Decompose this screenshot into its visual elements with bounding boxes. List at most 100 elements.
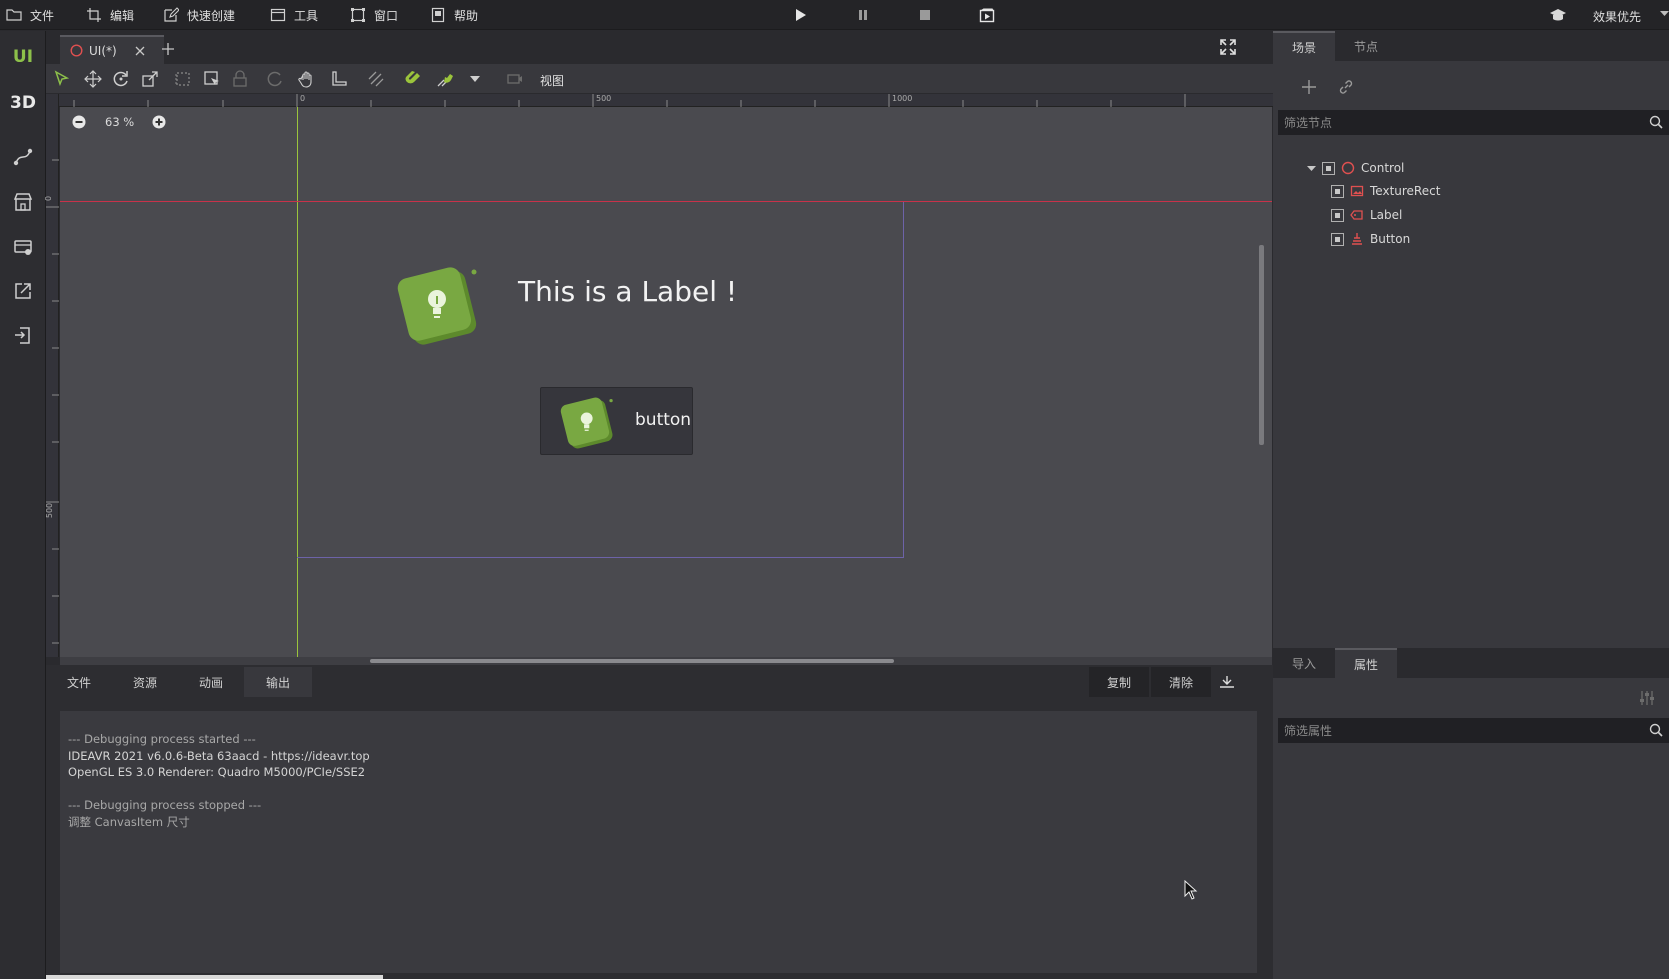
hruler-ticks [73,94,1186,107]
tab-animation[interactable]: 动画 [178,667,244,697]
download-icon[interactable] [1219,675,1235,689]
pan-hand-icon[interactable] [298,70,316,88]
tab-output[interactable]: 输出 [244,667,312,697]
import-icon [15,327,30,344]
bone-icon[interactable] [367,70,385,88]
scene-button-label: button [635,410,692,430]
chevron-down-icon[interactable] [1660,9,1669,18]
vruler-label-500: 500 [45,502,55,519]
visibility-checkbox[interactable] [1331,232,1344,246]
magnet-icon[interactable] [404,70,422,88]
mouse-cursor-icon [1184,880,1198,900]
tree-node-button[interactable]: Button [1331,228,1410,250]
zoom-in-icon[interactable] [152,115,166,129]
menu-window-label: 窗口 [374,8,399,23]
property-filter-input[interactable]: 筛选属性 [1278,718,1669,743]
graduation-cap-icon[interactable] [1549,6,1567,24]
scale-icon[interactable] [141,70,159,88]
node-filter-input[interactable]: 筛选节点 [1278,110,1669,135]
search-icon[interactable] [1649,723,1663,737]
hruler-label-1000: 1000 [892,94,913,103]
texture-rect-icon [1350,185,1364,197]
menu-tools[interactable]: 工具 [270,0,318,30]
copy-button[interactable]: 复制 [1089,667,1149,697]
visibility-checkbox[interactable] [1331,184,1344,198]
rotate-icon[interactable] [112,70,130,88]
tab-node[interactable]: 节点 [1335,31,1397,61]
pause-icon[interactable] [855,7,871,23]
ruler-icon[interactable] [330,70,348,88]
tree-node-texturerect[interactable]: TextureRect [1331,180,1440,202]
expand-arrow-icon[interactable] [1307,164,1316,173]
label-node-icon [1350,210,1363,220]
fullscreen-icon[interactable] [1220,39,1236,55]
add-tab-icon[interactable] [162,43,174,55]
curve-tool-button[interactable] [0,137,46,177]
pivot-icon[interactable] [266,70,284,88]
list-select-icon[interactable] [203,70,221,88]
scene-button[interactable]: button [540,387,693,455]
zoom-out-icon[interactable] [72,115,86,129]
menu-window[interactable]: 窗口 [350,0,398,30]
close-icon[interactable] [135,46,145,56]
horizontal-ruler: 0 500 1000 [46,94,1273,107]
store-button[interactable] [0,182,46,222]
console-line: --- Debugging process started --- [68,732,256,746]
visibility-checkbox[interactable] [1331,208,1344,222]
tree-node-label[interactable]: Label [1331,204,1402,226]
menu-quick-create[interactable]: 快速创建 [163,0,235,30]
tab-files[interactable]: 文件 [46,667,112,697]
ui-mode-button[interactable]: UI [0,37,46,77]
play-icon[interactable] [792,7,808,23]
menu-file[interactable]: 文件 [6,0,54,30]
menu-tools-label: 工具 [294,8,319,23]
left-mode-strip: UI 3D [0,31,46,979]
menu-edit[interactable]: 编辑 [86,0,134,30]
snap-grid-icon[interactable] [436,70,454,88]
visibility-checkbox[interactable] [1322,161,1335,175]
output-console[interactable]: --- Debugging process started --- IDEAVR… [60,711,1257,973]
tree-node-control[interactable]: Control [1307,157,1404,179]
link-icon[interactable] [1337,78,1355,96]
view-menu-button[interactable]: 视图 [540,72,564,89]
stop-icon[interactable] [917,7,933,23]
zoom-level[interactable]: 63 % [105,115,134,129]
scene-label-text[interactable]: This is a Label ! [518,275,737,308]
tab-scene[interactable]: 场景 [1273,31,1335,61]
lock-icon[interactable] [231,70,249,88]
tab-ui-scene[interactable]: UI(*) [60,35,164,64]
quality-mode-label[interactable]: 效果优先 [1593,8,1641,25]
tab-import[interactable]: 导入 [1273,648,1335,678]
viewport-toolbar: 视图 [46,64,1273,94]
menu-help-label: 帮助 [454,8,479,23]
texture-rect-lightbulb-icon[interactable] [395,262,483,350]
add-node-icon[interactable] [1301,79,1317,95]
select-arrow-icon[interactable] [53,70,71,88]
asset-settings-button[interactable] [0,227,46,267]
property-filter-placeholder: 筛选属性 [1284,724,1333,738]
menubar: 文件 编辑 快速创建 工具 窗口 帮助 效果优先 [0,0,1669,30]
move-icon[interactable] [84,70,102,88]
ruler-select-icon[interactable] [174,70,192,88]
menu-help[interactable]: 帮助 [430,0,478,30]
sliders-icon[interactable] [1638,690,1656,706]
import-button[interactable] [0,315,46,355]
clear-button[interactable]: 清除 [1151,667,1211,697]
scene-bounds [297,202,904,558]
viewport-vertical-scrollbar[interactable] [1259,245,1264,445]
control-icon [1341,161,1355,175]
hruler-label-0: 0 [300,94,306,103]
play-scene-icon[interactable] [979,7,995,23]
help-book-icon [431,7,445,23]
console-line: OpenGL ES 3.0 Renderer: Quadro M5000/PCI… [68,765,366,779]
search-icon[interactable] [1649,115,1663,129]
canvas-viewport[interactable]: 63 % This is a Label ! button [60,107,1272,657]
threed-mode-button[interactable]: 3D [0,83,46,123]
camera-icon[interactable] [506,70,524,88]
export-button[interactable] [0,271,46,311]
tab-properties[interactable]: 属性 [1335,648,1397,678]
chevron-down-icon[interactable] [470,74,480,84]
viewport-horizontal-scrollbar[interactable] [370,659,894,663]
crop-icon [87,8,101,22]
tab-assets[interactable]: 资源 [112,667,178,697]
